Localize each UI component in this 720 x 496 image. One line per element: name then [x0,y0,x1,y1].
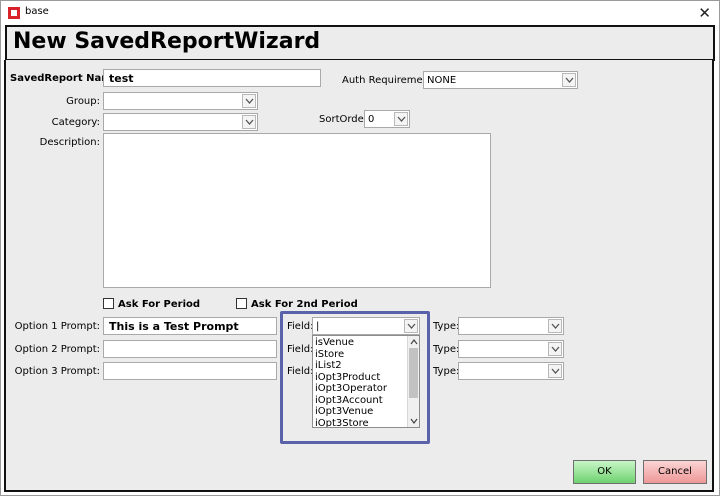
scroll-thumb[interactable] [409,348,418,398]
window-title: base [25,6,49,17]
list-item[interactable]: iOpt3Operator [315,383,387,395]
option-3-type-label: Type: [433,366,460,377]
cancel-button[interactable]: Cancel [643,460,707,484]
close-icon[interactable]: ✕ [698,4,711,22]
ask-for-period-checkbox[interactable] [103,298,114,309]
app-icon [8,7,20,19]
chevron-down-icon[interactable] [548,364,562,378]
category-select[interactable] [103,113,258,131]
chevron-down-icon[interactable] [548,319,562,333]
list-item[interactable]: iOpt3Store [315,418,369,428]
option-2-prompt-label: Option 2 Prompt: [14,344,100,355]
ask-for-2nd-period-label: Ask For 2nd Period [251,299,358,310]
option-2-prompt-input[interactable] [103,340,277,358]
list-item[interactable]: iOpt3Account [315,395,383,407]
option-3-prompt-label: Option 3 Prompt: [14,366,100,377]
option-1-type-select[interactable] [458,317,564,335]
chevron-down-icon[interactable] [242,94,256,108]
sort-order-select[interactable]: 0 [364,110,410,128]
title-bar: base ✕ [1,1,719,25]
category-label: Category: [51,117,100,128]
scroll-down-icon[interactable] [409,416,419,426]
option-2-type-select[interactable] [458,340,564,358]
list-item[interactable]: isVenue [315,337,354,349]
list-item[interactable]: iList2 [315,360,342,372]
ask-for-2nd-period-checkbox[interactable] [236,298,247,309]
option-3-type-select[interactable] [458,362,564,380]
option-2-type-label: Type: [433,344,460,355]
ask-for-period-label: Ask For Period [118,299,201,310]
option-1-type-label: Type: [433,321,460,332]
page-title: New SavedReportWizard [13,29,321,54]
option-1-prompt-input[interactable]: This is a Test Prompt [103,317,277,335]
group-select[interactable] [103,92,258,110]
dropdown-scrollbar[interactable] [407,336,419,427]
field-dropdown-list[interactable]: isVenue iStore iList2 iOpt3Product iOpt3… [312,335,420,428]
auth-requirement-select[interactable]: NONE [423,71,578,89]
option-1-prompt-label: Option 1 Prompt: [14,321,100,332]
wizard-header: New SavedReportWizard [5,25,715,61]
chevron-down-icon[interactable] [394,112,408,126]
chevron-down-icon[interactable] [548,342,562,356]
ok-button[interactable]: OK [573,460,636,484]
list-item[interactable]: iOpt3Venue [315,406,373,418]
chevron-down-icon[interactable] [242,115,256,129]
description-label: Description: [39,137,100,148]
list-item[interactable]: iStore [315,349,344,361]
chevron-down-icon[interactable] [562,73,576,87]
auth-requirement-value: NONE [427,75,457,86]
option-3-prompt-input[interactable] [103,362,277,380]
description-textarea[interactable] [103,133,491,288]
list-item[interactable]: iOpt3Product [315,372,380,384]
scroll-up-icon[interactable] [409,337,419,347]
sort-order-value: 0 [368,114,375,125]
saved-report-name-input[interactable]: test [103,69,321,87]
group-label: Group: [66,96,100,107]
